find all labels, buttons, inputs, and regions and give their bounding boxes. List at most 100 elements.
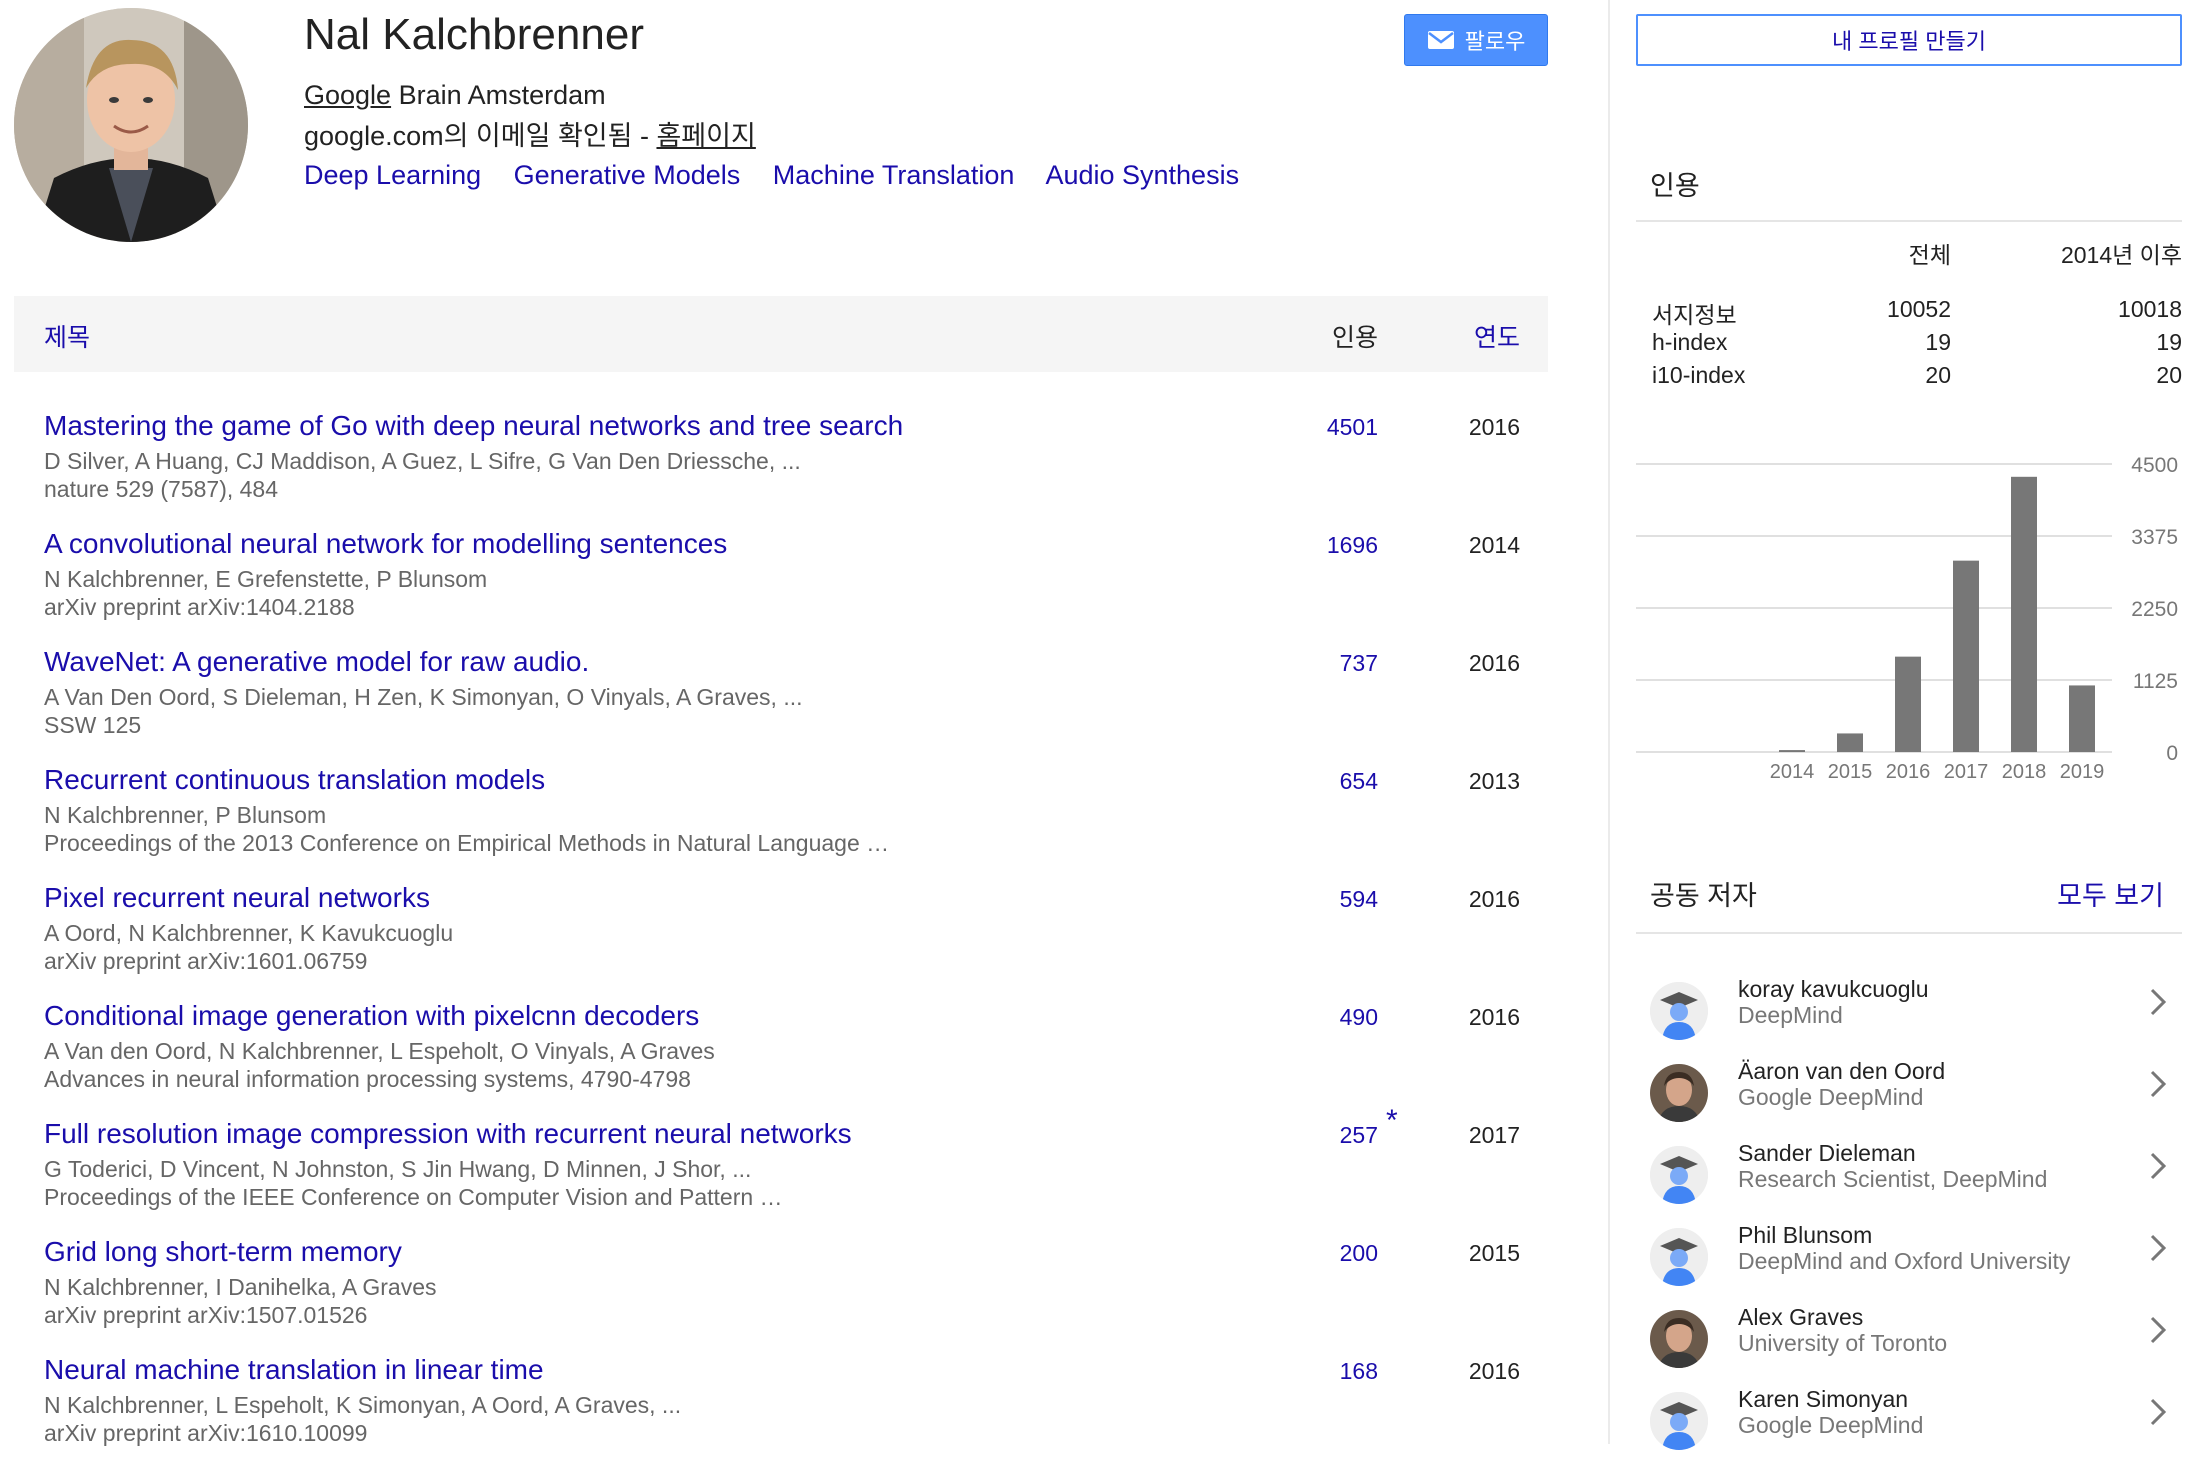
coauthor-affiliation: University of Toronto (1738, 1330, 1948, 1356)
stats-all-value: 19 (1925, 329, 1951, 355)
interest-link[interactable]: Audio Synthesis (1045, 160, 1239, 190)
coauthor-name[interactable]: koray kavukcuoglu (1738, 976, 1929, 1003)
publication-authors: A Van Den Oord, S Dieleman, H Zen, K Sim… (44, 684, 803, 710)
publication-row: Mastering the game of Go with deep neura… (14, 410, 1548, 528)
default-avatar-icon (1650, 982, 1708, 1040)
chevron-right-icon[interactable] (2142, 1148, 2172, 1184)
chart-bar-2018[interactable] (2011, 476, 2037, 752)
publication-venue: Advances in neural information processin… (44, 1066, 691, 1092)
publication-year: 2015 (1468, 1240, 1520, 1266)
interest-link[interactable]: Machine Translation (773, 160, 1015, 190)
sort-by-year[interactable]: 연도 (1474, 318, 1520, 354)
coauthor-name[interactable]: Sander Dieleman (1738, 1140, 1916, 1167)
coauthor-affiliation: Google DeepMind (1738, 1084, 1924, 1110)
chevron-right-icon[interactable] (2142, 1312, 2172, 1348)
chart-x-tick-label: 2017 (1944, 761, 1989, 783)
stats-since-value: 19 (2156, 329, 2182, 355)
publication-authors: D Silver, A Huang, CJ Maddison, A Guez, … (44, 448, 801, 474)
cited-by-count[interactable]: 4501 (1327, 414, 1378, 441)
coauthor-item[interactable]: Sander Dieleman Research Scientist, DeepM… (1636, 1136, 2182, 1216)
cited-by-count[interactable]: 1696 (1327, 532, 1378, 559)
stats-label[interactable]: h-index (1652, 329, 1727, 356)
chart-bar-2016[interactable] (1895, 656, 1921, 752)
chart-y-tick-label: 3375 (2131, 526, 2178, 549)
publication-row: A convolutional neural network for model… (14, 528, 1548, 646)
profile-affiliation: Google Brain Amsterdam (304, 80, 606, 111)
chevron-right-icon[interactable] (2142, 984, 2172, 1020)
chart-bar-2014[interactable] (1779, 750, 1805, 752)
chart-x-tick-label: 2019 (2060, 761, 2105, 783)
publication-year: 2016 (1468, 886, 1520, 912)
cited-by-count[interactable]: 594 (1340, 886, 1378, 913)
cited-by-count[interactable]: 654 (1340, 768, 1378, 795)
chart-x-tick-label: 2014 (1770, 761, 1815, 783)
stats-all-value: 20 (1925, 362, 1951, 388)
cited-by-count[interactable]: 168 (1340, 1358, 1378, 1385)
publication-title[interactable]: Conditional image generation with pixelc… (44, 1000, 699, 1032)
chart-bar-2015[interactable] (1837, 733, 1863, 752)
publication-title[interactable]: WaveNet: A generative model for raw audi… (44, 646, 589, 678)
publication-title[interactable]: Pixel recurrent neural networks (44, 882, 430, 914)
publication-venue: arXiv preprint arXiv:1610.10099 (44, 1420, 368, 1446)
chart-bar-2019[interactable] (2069, 685, 2095, 752)
cited-by-count[interactable]: 490 (1340, 1004, 1378, 1031)
publication-title[interactable]: A convolutional neural network for model… (44, 528, 727, 560)
publication-year: 2014 (1468, 532, 1520, 558)
merged-citations-marker[interactable]: * (1386, 1104, 1398, 1138)
publication-row: Conditional image generation with pixelc… (14, 1000, 1548, 1118)
publication-authors: G Toderici, D Vincent, N Johnston, S Jin… (44, 1156, 752, 1182)
stats-header-since: 2014년 이후 (2060, 242, 2182, 268)
chart-bar-2017[interactable] (1953, 560, 1979, 752)
homepage-link[interactable]: 홈페이지 (656, 121, 755, 151)
coauthor-name[interactable]: Äaron van den Oord (1738, 1058, 1945, 1085)
cited-by-count[interactable]: 737 (1340, 650, 1378, 677)
publication-venue: nature 529 (7587), 484 (44, 476, 279, 502)
publication-title[interactable]: Full resolution image compression with r… (44, 1118, 852, 1150)
publication-authors: N Kalchbrenner, L Espeholt, K Simonyan, … (44, 1392, 682, 1418)
cited-by-count[interactable]: 200 (1340, 1240, 1378, 1267)
chart-y-tick-label: 2250 (2131, 598, 2178, 621)
chevron-right-icon[interactable] (2142, 1394, 2172, 1430)
email-icon (1427, 31, 1454, 49)
publication-title[interactable]: Mastering the game of Go with deep neura… (44, 410, 903, 442)
publication-venue: arXiv preprint arXiv:1507.01526 (44, 1302, 368, 1328)
chevron-right-icon[interactable] (2142, 1066, 2172, 1102)
sort-by-title[interactable]: 제목 (44, 318, 90, 354)
coauthors-view-all-link[interactable]: 모두 보기 (2057, 874, 2164, 913)
publication-row: Recurrent continuous translation models … (14, 764, 1548, 882)
publication-year: 2016 (1468, 1358, 1520, 1384)
publication-venue: arXiv preprint arXiv:1601.06759 (44, 948, 368, 974)
publication-authors: N Kalchbrenner, P Blunsom (44, 802, 327, 828)
coauthor-item[interactable]: Phil Blunsom DeepMind and Oxford Universi… (1636, 1218, 2182, 1298)
publication-title[interactable]: Grid long short-term memory (44, 1236, 402, 1268)
coauthor-item[interactable]: Karen Simonyan Google DeepMind (1636, 1382, 2182, 1462)
affiliation-org-link[interactable]: Google (304, 80, 391, 110)
cited-by-header: 인용 (1331, 324, 1378, 352)
stats-label[interactable]: i10-index (1652, 362, 1745, 389)
citations-heading: 인용 (1650, 171, 1700, 201)
follow-button[interactable]: 팔로우 (1404, 14, 1548, 66)
coauthor-name[interactable]: Karen Simonyan (1738, 1386, 1908, 1413)
stats-all-value: 10052 (1887, 296, 1951, 322)
profile-name: Nal Kalchbrenner (304, 10, 644, 59)
cited-by-count[interactable]: 257 (1340, 1122, 1378, 1149)
profile-avatar (14, 8, 248, 242)
coauthor-item[interactable]: Alex Graves University of Toronto (1636, 1300, 2182, 1380)
citations-bar-chart: 4500 3375 2250 1125 0 2014 2015 2016 2017 2018 201… (1636, 454, 2178, 783)
divider (1636, 220, 2182, 222)
coauthor-item[interactable]: koray kavukcuoglu DeepMind (1636, 972, 2182, 1052)
publication-row: Grid long short-term memory N Kalchbrenn… (14, 1236, 1548, 1354)
publication-venue: SSW 125 (44, 712, 142, 738)
interest-link[interactable]: Generative Models (514, 160, 741, 190)
coauthor-name[interactable]: Alex Graves (1738, 1304, 1863, 1331)
publication-year: 2016 (1468, 414, 1520, 440)
create-profile-button[interactable]: 내 프로필 만들기 (1636, 14, 2182, 66)
stats-label[interactable]: 서지정보 (1652, 296, 1737, 330)
coauthor-name[interactable]: Phil Blunsom (1738, 1222, 1872, 1249)
interest-link[interactable]: Deep Learning (304, 160, 481, 190)
coauthor-item[interactable]: Äaron van den Oord Google DeepMind (1636, 1054, 2182, 1134)
publication-title[interactable]: Recurrent continuous translation models (44, 764, 545, 796)
publication-title[interactable]: Neural machine translation in linear tim… (44, 1354, 544, 1386)
publication-venue: Proceedings of the 2013 Conference on Em… (44, 830, 890, 856)
chevron-right-icon[interactable] (2142, 1230, 2172, 1266)
